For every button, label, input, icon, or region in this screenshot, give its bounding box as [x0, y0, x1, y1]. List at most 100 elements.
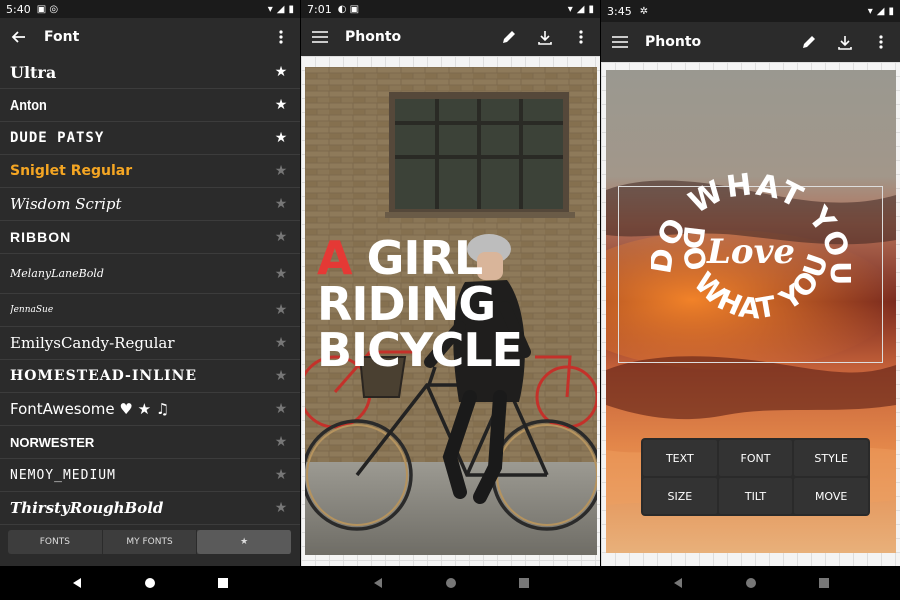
font-list-item[interactable]: RIBBON ★	[0, 221, 300, 254]
font-list-item[interactable]: MelanyLaneBold ★	[0, 254, 300, 294]
text-edit-menu: TEXT FONT STYLE SIZE TILT MOVE	[641, 438, 870, 516]
favorite-star-icon[interactable]: ★	[272, 229, 290, 245]
window-graphic	[385, 92, 575, 218]
font-name: JennaSue	[10, 305, 54, 315]
photo-canvas[interactable]: A GIRL RIDING BICYCLE	[305, 67, 597, 555]
nav-home-icon[interactable]	[745, 574, 757, 593]
phonto-editor-screen-sunset: 3:45 ✲ ▾ ◢ ▮ Phonto O WHAT Y DO WHAT YOU…	[600, 0, 900, 600]
font-name: EmilysCandy-Regular	[10, 334, 175, 352]
overlay-line-2: RIDING	[317, 277, 496, 331]
font-name: HOMESTEAD-INLINE	[10, 368, 198, 384]
menu-font-button[interactable]: FONT	[718, 440, 793, 476]
more-vert-icon[interactable]	[572, 28, 590, 46]
arrow-left-icon[interactable]	[10, 28, 28, 46]
menu-style-button[interactable]: STYLE	[794, 440, 868, 476]
signal-icon: ◢	[276, 3, 285, 15]
phonto-appbar: Phonto	[601, 22, 900, 62]
battery-icon: ▮	[288, 3, 294, 15]
photo-canvas[interactable]: DO WHAT YOU DO WHAT YOU DO Love TEXTFONT…	[606, 70, 896, 553]
font-tabs: FONTS MY FONTS ★	[8, 530, 293, 554]
nav-home-icon[interactable]	[445, 574, 457, 593]
app-title: Phonto	[645, 34, 702, 50]
font-list-item[interactable]: EmilysCandy-Regular ★	[0, 327, 300, 360]
favorite-star-icon[interactable]: ★	[272, 401, 290, 417]
menu-text-button[interactable]: TEXT	[643, 440, 717, 476]
font-name: Ultra	[10, 62, 57, 82]
font-list-item[interactable]: ThirstyRoughBold ★	[0, 492, 300, 525]
favorite-star-icon[interactable]: ★	[272, 97, 290, 113]
font-list-item[interactable]: HOMESTEAD-INLINE ★	[0, 360, 300, 393]
system-navbar	[301, 566, 600, 600]
favorite-star-icon[interactable]: ★	[272, 368, 290, 384]
tab-fonts[interactable]: FONTS	[8, 530, 103, 554]
font-name: NORWESTER	[10, 434, 95, 450]
font-name: Wisdom Script	[10, 195, 122, 213]
font-list-item[interactable]: Anton ★	[0, 89, 300, 122]
font-list-item[interactable]: JennaSue ★	[0, 294, 300, 327]
more-vert-icon[interactable]	[272, 28, 290, 46]
tab-favorites[interactable]: ★	[197, 530, 293, 554]
page-title: Font	[44, 29, 80, 45]
favorite-star-icon[interactable]: ★	[272, 467, 290, 483]
favorite-star-icon[interactable]: ★	[272, 266, 290, 282]
hamburger-icon[interactable]	[311, 28, 329, 46]
download-icon[interactable]	[836, 33, 854, 51]
font-name: NEMOY_MEDIUM	[10, 467, 116, 483]
tab-my-fonts[interactable]: MY FONTS	[103, 530, 198, 554]
favorite-star-icon[interactable]: ★	[272, 64, 290, 80]
wifi-icon: ▾	[267, 3, 273, 15]
font-list-item[interactable]: DUDE PATSY ★	[0, 122, 300, 155]
font-name: Anton	[10, 96, 47, 114]
font-list-item[interactable]: Sniglet Regular ★	[0, 155, 300, 188]
font-name: ThirstyRoughBold	[10, 499, 164, 517]
nav-back-icon[interactable]	[71, 574, 83, 593]
pencil-icon[interactable]	[500, 28, 518, 46]
font-list-item[interactable]: FontAwesome ♥ ★ ♫ ★	[0, 393, 300, 426]
menu-tilt-button[interactable]: TILT	[718, 478, 793, 514]
favorite-star-icon[interactable]: ★	[272, 130, 290, 146]
font-appbar: Font	[0, 18, 300, 56]
signal-icon: ◢	[576, 3, 585, 15]
more-vert-icon[interactable]	[872, 33, 890, 51]
settings-icon: ✲	[639, 5, 649, 17]
curved-text-art[interactable]: DO WHAT YOU DO WHAT YOU DO Love	[651, 155, 851, 355]
font-list: Ultra ★ Anton ★ DUDE PATSY ★ Sniglet Regular ★ W…	[0, 56, 300, 525]
favorite-star-icon[interactable]: ★	[272, 163, 290, 179]
nav-back-icon[interactable]	[372, 574, 384, 593]
menu-size-button[interactable]: SIZE	[643, 478, 717, 514]
nav-recents-icon[interactable]	[217, 574, 229, 593]
notification-icons: ◐ ▣	[337, 3, 360, 15]
favorite-star-icon[interactable]: ★	[272, 500, 290, 516]
status-time: 7:01	[307, 2, 332, 16]
nav-recents-icon[interactable]	[818, 574, 830, 593]
pencil-icon[interactable]	[800, 33, 818, 51]
font-name: MelanyLaneBold	[10, 267, 104, 280]
menu-move-button[interactable]: MOVE	[794, 478, 868, 514]
phonto-appbar: Phonto	[301, 18, 600, 56]
title-overlay[interactable]: A GIRL RIDING BICYCLE	[317, 235, 523, 377]
favorite-star-icon[interactable]: ★	[272, 302, 290, 318]
nav-home-icon[interactable]	[144, 574, 156, 593]
favorite-star-icon[interactable]: ★	[272, 335, 290, 351]
system-navbar	[601, 566, 900, 600]
center-script-text: Love	[706, 232, 795, 272]
battery-icon: ▮	[588, 3, 594, 15]
favorite-star-icon[interactable]: ★	[272, 196, 290, 212]
app-title: Phonto	[345, 29, 402, 45]
status-bar: 3:45 ✲ ▾ ◢ ▮	[601, 0, 900, 22]
font-name: RIBBON	[10, 229, 72, 245]
font-list-item[interactable]: Wisdom Script ★	[0, 188, 300, 221]
download-icon[interactable]	[536, 28, 554, 46]
wifi-icon: ▾	[567, 3, 573, 15]
status-bar: 7:01 ◐ ▣ ▾ ◢ ▮	[301, 0, 600, 18]
font-list-item[interactable]: NEMOY_MEDIUM ★	[0, 459, 300, 492]
favorite-star-icon[interactable]: ★	[272, 434, 290, 450]
hamburger-icon[interactable]	[611, 33, 629, 51]
nav-recents-icon[interactable]	[518, 574, 530, 593]
font-name: DUDE PATSY	[10, 130, 105, 146]
battery-icon: ▮	[888, 5, 894, 17]
overlay-line-3: BICYCLE	[317, 323, 523, 377]
font-list-item[interactable]: NORWESTER ★	[0, 426, 300, 459]
font-list-item[interactable]: Ultra ★	[0, 56, 300, 89]
nav-back-icon[interactable]	[672, 574, 684, 593]
